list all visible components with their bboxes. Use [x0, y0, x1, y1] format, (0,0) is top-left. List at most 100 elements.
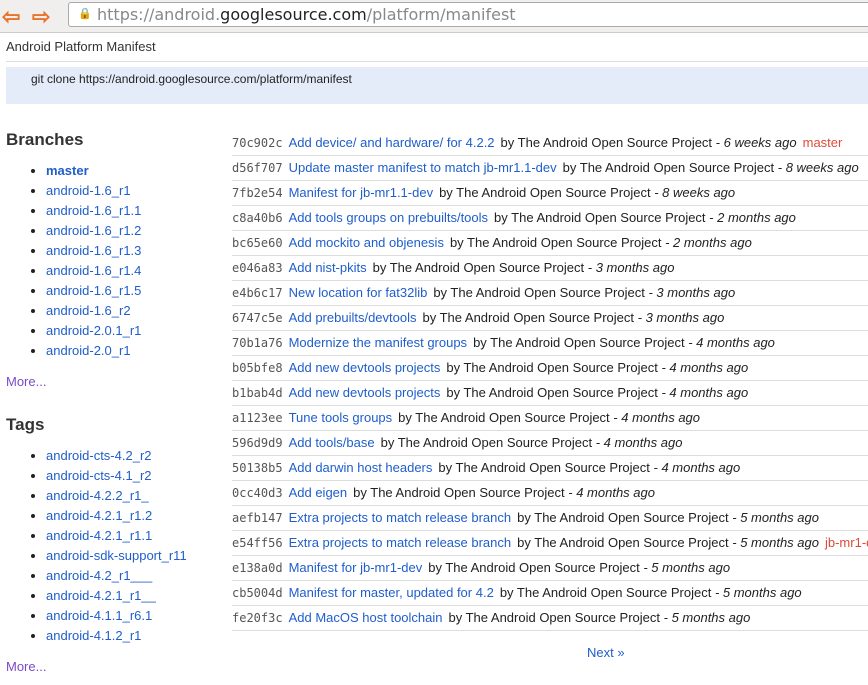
- commit-message-link[interactable]: Manifest for jb-mr1-dev: [289, 560, 423, 575]
- commit-row: d56f707 Update master manifest to match j…: [232, 156, 868, 181]
- branch-link[interactable]: android-2.0.1_r1: [46, 323, 141, 338]
- page-title: Android Platform Manifest: [6, 39, 156, 54]
- branch-link[interactable]: android-1.6_r2: [46, 303, 131, 318]
- commit-author: by The Android Open Source Project: [517, 510, 729, 525]
- ref-label[interactable]: master: [803, 135, 843, 150]
- branch-item: android-1.6_r1: [46, 181, 141, 201]
- commit-author: by The Android Open Source Project: [380, 435, 593, 450]
- commit-message-link[interactable]: Add darwin host headers: [289, 460, 433, 475]
- commit-message-link[interactable]: Add nist-pkits: [289, 260, 367, 275]
- tag-link[interactable]: android-cts-4.2_r2: [46, 448, 152, 463]
- browser-toolbar: ⇦ ⇨ 🔒 https://android.googlesource.com/p…: [0, 0, 868, 33]
- branch-link[interactable]: android-2.0_r1: [46, 343, 131, 358]
- tags-more-link[interactable]: More...: [6, 659, 46, 674]
- commit-row: 70c902c Add device/ and hardware/ for 4.2…: [232, 131, 868, 156]
- commit-message-link[interactable]: Add tools/base: [289, 435, 375, 450]
- tag-item: android-4.2.1_r1.2: [46, 506, 187, 526]
- commit-row: a1123ee Tune tools groups by The Android O…: [232, 406, 868, 431]
- commit-age: - 8 weeks ago: [777, 160, 859, 175]
- branch-item: android-1.6_r2: [46, 301, 141, 321]
- ref-label[interactable]: jb-mr1-dev: [825, 535, 868, 550]
- commit-sha: 6747c5e: [232, 311, 283, 325]
- commit-message-link[interactable]: Add prebuilts/devtools: [289, 310, 417, 325]
- commit-author: by The Android Open Source Project: [500, 135, 713, 150]
- commit-sha: e138a0d: [232, 561, 283, 575]
- url-domain: googlesource.com: [220, 5, 367, 24]
- commit-sha: e54ff56: [232, 536, 283, 550]
- commit-author: by The Android Open Source Project: [446, 360, 658, 375]
- branch-link[interactable]: android-1.6_r1.2: [46, 223, 141, 238]
- commit-message-link[interactable]: Update master manifest to match jb-mr1.1…: [289, 160, 557, 175]
- commit-age: - 5 months ago: [732, 510, 819, 525]
- branch-link[interactable]: android-1.6_r1.5: [46, 283, 141, 298]
- commit-sha: fe20f3c: [232, 611, 283, 625]
- branch-link[interactable]: android-1.6_r1.3: [46, 243, 141, 258]
- tag-link[interactable]: android-cts-4.1_r2: [46, 468, 152, 483]
- commit-message-link[interactable]: Extra projects to match release branch: [289, 510, 512, 525]
- commit-author: by The Android Open Source Project: [562, 160, 775, 175]
- commit-row: 70b1a76 Modernize the manifest groups by T…: [232, 331, 868, 356]
- tag-link[interactable]: android-4.2_r1___: [46, 568, 152, 583]
- branch-item: android-1.6_r1.5: [46, 281, 141, 301]
- address-bar[interactable]: 🔒 https://android.googlesource.com/platf…: [68, 2, 868, 27]
- commit-message-link[interactable]: Add eigen: [289, 485, 348, 500]
- commit-message-link[interactable]: Add new devtools projects: [289, 385, 441, 400]
- commit-row: fe20f3c Add MacOS host toolchain by The An…: [232, 606, 868, 631]
- tag-item: android-cts-4.2_r2: [46, 446, 187, 466]
- commit-message-link[interactable]: Add MacOS host toolchain: [289, 610, 443, 625]
- tag-link[interactable]: android-4.2.1_r1.2: [46, 508, 152, 523]
- commit-age: - 5 months ago: [732, 535, 819, 550]
- branch-link[interactable]: android-1.6_r1.4: [46, 263, 141, 278]
- commit-row: e138a0d Manifest for jb-mr1-dev by The And…: [232, 556, 868, 581]
- tag-link[interactable]: android-4.2.1_r1.1: [46, 528, 152, 543]
- commit-row: cb5004d Manifest for master, updated for …: [232, 581, 868, 606]
- commit-sha: e046a83: [232, 261, 283, 275]
- commit-message-link[interactable]: New location for fat32lib: [289, 285, 428, 300]
- commit-message-link[interactable]: Add mockito and objenesis: [289, 235, 444, 250]
- tag-link[interactable]: android-sdk-support_r11: [46, 548, 187, 563]
- branch-item: android-1.6_r1.4: [46, 261, 141, 281]
- commit-age: - 2 months ago: [709, 210, 796, 225]
- tag-link[interactable]: android-4.1.1_r6.1: [46, 608, 152, 623]
- commit-age: - 5 months ago: [643, 560, 731, 575]
- divider: [6, 61, 868, 62]
- branch-link[interactable]: android-1.6_r1.1: [46, 203, 141, 218]
- next-page-link[interactable]: Next »: [587, 645, 625, 660]
- branches-more-link[interactable]: More...: [6, 374, 46, 389]
- commit-author: by The Android Open Source Project: [446, 385, 658, 400]
- commit-author: by The Android Open Source Project: [449, 235, 662, 250]
- commit-age: - 2 months ago: [665, 235, 752, 250]
- branch-link[interactable]: master: [46, 163, 89, 178]
- commit-sha: e4b6c17: [232, 286, 283, 300]
- commit-sha: b05bfe8: [232, 361, 283, 375]
- commit-sha: 70b1a76: [232, 336, 283, 350]
- tag-link[interactable]: android-4.2.1_r1__: [46, 588, 156, 603]
- commit-author: by The Android Open Source Project: [499, 585, 712, 600]
- tag-item: android-4.1.2_r1: [46, 626, 187, 646]
- back-arrow-icon[interactable]: ⇦: [2, 4, 20, 30]
- commit-message-link[interactable]: Tune tools groups: [289, 410, 393, 425]
- commit-message-link[interactable]: Add tools groups on prebuilts/tools: [289, 210, 488, 225]
- commit-message-link[interactable]: Manifest for master, updated for 4.2: [289, 585, 494, 600]
- commit-sha: 70c902c: [232, 136, 283, 150]
- commit-message-link[interactable]: Add new devtools projects: [289, 360, 441, 375]
- commit-message-link[interactable]: Extra projects to match release branch: [289, 535, 512, 550]
- commit-message-link[interactable]: Manifest for jb-mr1.1-dev: [289, 185, 434, 200]
- branch-item: android-1.6_r1.1: [46, 201, 141, 221]
- tag-item: android-4.2_r1___: [46, 566, 187, 586]
- commit-message-link[interactable]: Add device/ and hardware/ for 4.2.2: [289, 135, 495, 150]
- tag-link[interactable]: android-4.1.2_r1: [46, 628, 141, 643]
- forward-arrow-icon[interactable]: ⇨: [32, 4, 50, 30]
- branch-link[interactable]: android-1.6_r1: [46, 183, 131, 198]
- git-clone-command[interactable]: git clone https://android.googlesource.c…: [31, 72, 352, 86]
- commit-age: - 5 months ago: [663, 610, 751, 625]
- tag-item: android-4.1.1_r6.1: [46, 606, 187, 626]
- commit-row: 50138b5 Add darwin host headers by The And…: [232, 456, 868, 481]
- commit-row: 7fb2e54 Manifest for jb-mr1.1-dev by The A…: [232, 181, 868, 206]
- commit-row: e046a83 Add nist-pkits by The Android Open…: [232, 256, 868, 281]
- commit-author: by The Android Open Source Project: [494, 210, 706, 225]
- commit-row: 596d9d9 Add tools/base by The Android Open…: [232, 431, 868, 456]
- commit-message-link[interactable]: Modernize the manifest groups: [289, 335, 467, 350]
- tag-link[interactable]: android-4.2.2_r1_: [46, 488, 149, 503]
- commit-age: - 3 months ago: [648, 285, 736, 300]
